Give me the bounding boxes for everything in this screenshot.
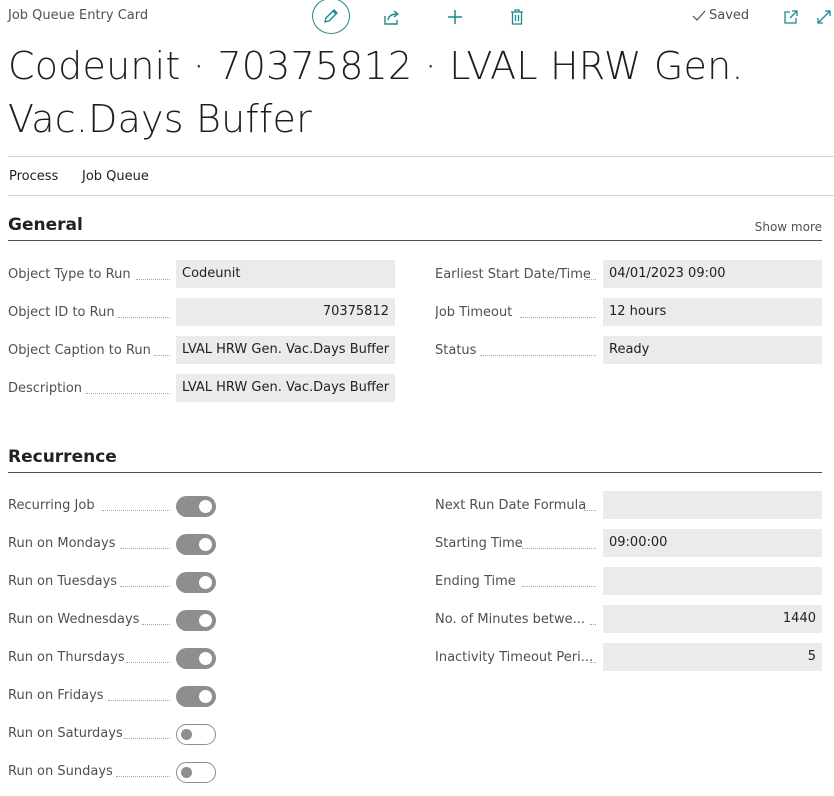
expand-icon: [817, 10, 831, 24]
object-id-to-run-label: Object ID to Run: [8, 305, 115, 320]
run-on-saturdays-label: Run on Saturdays: [8, 726, 123, 741]
run-on-thursdays-toggle[interactable]: [176, 648, 216, 669]
inactivity-timeout-peri-leader-dots: [590, 662, 596, 663]
action-menu: Process Job Queue: [8, 156, 834, 196]
object-caption-to-run-label: Object Caption to Run: [8, 343, 151, 358]
run-on-saturdays-toggle[interactable]: [176, 724, 216, 745]
run-on-sundays-leader-dots: [116, 776, 170, 777]
share-icon: [384, 10, 399, 25]
run-on-sundays-label: Run on Sundays: [8, 764, 113, 779]
menu-process[interactable]: Process: [9, 169, 58, 184]
run-on-mondays-toggle[interactable]: [176, 534, 216, 555]
breadcrumb: Job Queue Entry Card: [8, 8, 149, 23]
object-type-to-run-input[interactable]: Codeunit: [176, 260, 395, 288]
object-caption-to-run-input[interactable]: LVAL HRW Gen. Vac.Days Buffer: [176, 336, 395, 364]
next-run-date-formula-leader-dots: [584, 510, 596, 511]
status-input[interactable]: Ready: [603, 336, 822, 364]
no-of-minutes-betwe-leader-dots: [590, 624, 596, 625]
object-type-to-run-leader-dots: [136, 279, 170, 280]
status-leader-dots: [480, 355, 596, 356]
recurrence-section-title[interactable]: Recurrence: [8, 447, 117, 467]
run-on-wednesdays-leader-dots: [142, 624, 170, 625]
object-type-to-run-label: Object Type to Run: [8, 267, 131, 282]
next-run-date-formula-input[interactable]: [603, 491, 822, 519]
object-id-to-run-leader-dots: [118, 317, 170, 318]
pencil-icon: [324, 9, 338, 23]
run-on-fridays-leader-dots: [108, 700, 170, 701]
check-icon: [692, 10, 706, 21]
object-id-to-run-input[interactable]: 70375812: [176, 298, 395, 326]
object-caption-to-run-leader-dots: [154, 355, 170, 356]
recurring-job-leader-dots: [102, 510, 170, 511]
run-on-mondays-leader-dots: [120, 548, 170, 549]
share-button[interactable]: [374, 0, 410, 34]
starting-time-input[interactable]: 09:00:00: [603, 529, 822, 557]
earliest-start-date-time-label: Earliest Start Date/Time: [435, 267, 591, 282]
description-input[interactable]: LVAL HRW Gen. Vac.Days Buffer: [176, 374, 395, 402]
general-section-header: General Show more: [8, 214, 822, 241]
delete-button[interactable]: [499, 0, 535, 34]
plus-icon: [448, 10, 462, 24]
run-on-thursdays-leader-dots: [126, 662, 170, 663]
run-on-tuesdays-toggle[interactable]: [176, 572, 216, 593]
run-on-thursdays-label: Run on Thursdays: [8, 650, 125, 665]
show-more-link[interactable]: Show more: [755, 220, 822, 234]
saved-status: Saved: [692, 8, 749, 23]
status-label: Status: [435, 343, 477, 358]
trash-icon: [511, 9, 523, 25]
starting-time-leader-dots: [522, 548, 596, 549]
edit-button[interactable]: [312, 0, 350, 34]
ending-time-input[interactable]: [603, 567, 822, 595]
saved-label: Saved: [709, 8, 750, 23]
recurring-job-toggle[interactable]: [176, 496, 216, 517]
top-bar: Job Queue Entry Card Saved: [0, 0, 834, 34]
expand-button[interactable]: [815, 8, 833, 26]
ending-time-leader-dots: [522, 586, 596, 587]
next-run-date-formula-label: Next Run Date Formula: [435, 498, 587, 513]
earliest-start-date-time-input[interactable]: 04/01/2023 09:00: [603, 260, 822, 288]
job-timeout-leader-dots: [520, 317, 596, 318]
inactivity-timeout-peri-label: Inactivity Timeout Peri...: [435, 650, 594, 665]
description-label: Description: [8, 381, 83, 396]
open-new-window-icon: [784, 10, 798, 24]
page-title: Codeunit · 70375812 · LVAL HRW Gen. Vac.…: [8, 44, 744, 141]
recurrence-section-header: Recurrence: [8, 446, 822, 473]
job-timeout-label: Job Timeout: [435, 305, 513, 320]
run-on-fridays-label: Run on Fridays: [8, 688, 104, 703]
run-on-sundays-toggle[interactable]: [176, 762, 216, 783]
no-of-minutes-betwe-label: No. of Minutes betwe...: [435, 612, 586, 627]
run-on-wednesdays-toggle[interactable]: [176, 610, 216, 631]
job-timeout-input[interactable]: 12 hours: [603, 298, 822, 326]
starting-time-label: Starting Time: [435, 536, 523, 551]
ending-time-label: Ending Time: [435, 574, 516, 589]
earliest-start-date-time-leader-dots: [584, 279, 596, 280]
menu-job-queue[interactable]: Job Queue: [82, 169, 149, 184]
run-on-saturdays-leader-dots: [124, 738, 170, 739]
run-on-wednesdays-label: Run on Wednesdays: [8, 612, 140, 627]
inactivity-timeout-peri-input[interactable]: 5: [603, 643, 822, 671]
run-on-fridays-toggle[interactable]: [176, 686, 216, 707]
general-section-title[interactable]: General: [8, 215, 83, 235]
run-on-tuesdays-label: Run on Tuesdays: [8, 574, 118, 589]
description-leader-dots: [86, 393, 170, 394]
run-on-tuesdays-leader-dots: [120, 586, 170, 587]
run-on-mondays-label: Run on Mondays: [8, 536, 116, 551]
open-new-window-button[interactable]: [782, 8, 800, 26]
recurring-job-label: Recurring Job: [8, 498, 95, 513]
new-button[interactable]: [437, 0, 473, 34]
no-of-minutes-betwe-input[interactable]: 1440: [603, 605, 822, 633]
